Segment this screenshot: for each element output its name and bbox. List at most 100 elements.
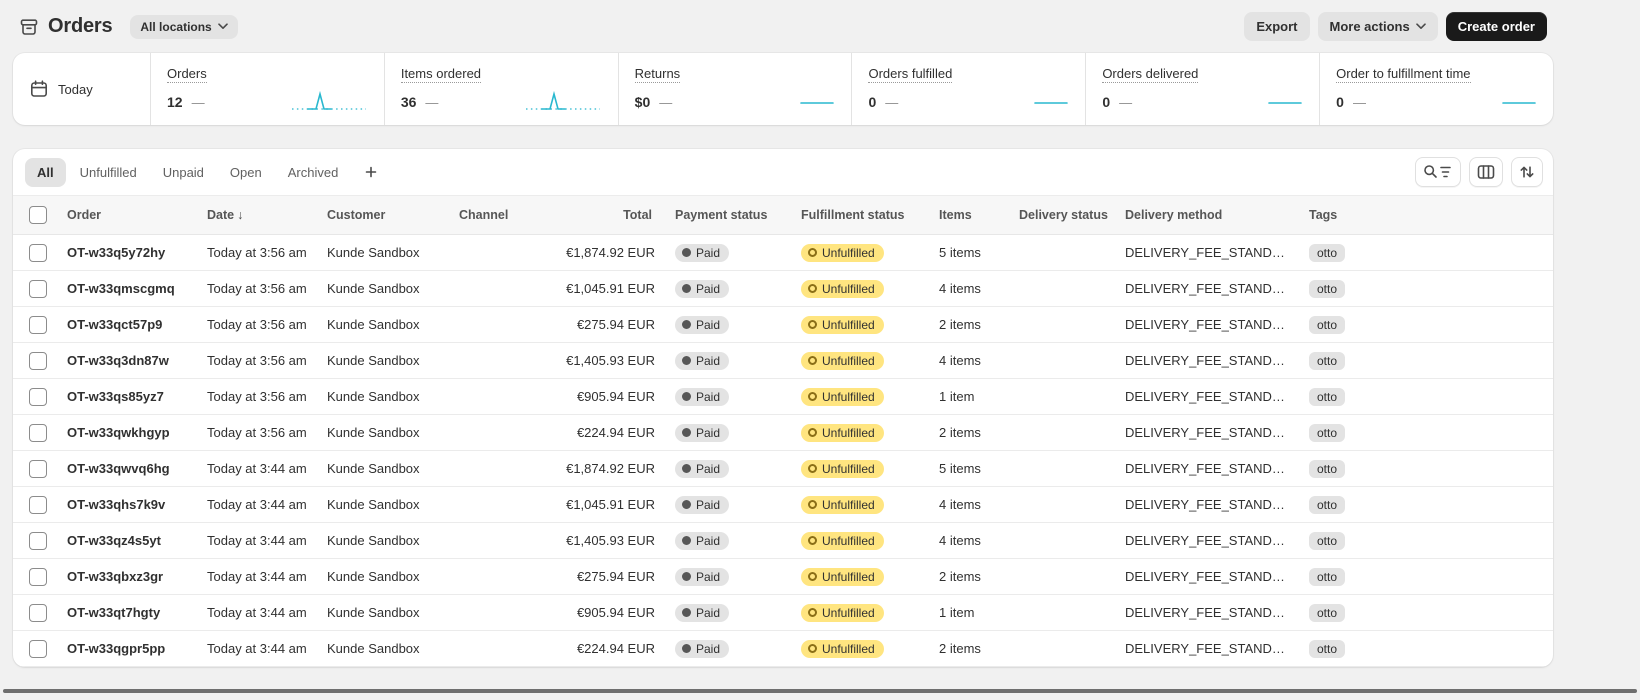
cell-customer: Kunde Sandbox bbox=[317, 486, 449, 523]
column-header[interactable]: Total bbox=[537, 195, 665, 235]
row-checkbox[interactable] bbox=[29, 423, 47, 442]
export-button[interactable]: Export bbox=[1244, 12, 1310, 41]
fulfillment-status-badge: Unfulfilled bbox=[801, 567, 884, 586]
payment-status-label: Paid bbox=[696, 533, 721, 548]
view-tab[interactable]: Unpaid bbox=[151, 158, 216, 187]
row-checkbox[interactable] bbox=[29, 567, 47, 586]
row-checkbox[interactable] bbox=[29, 495, 47, 514]
column-header[interactable]: Items bbox=[929, 195, 1009, 235]
metric-cell[interactable]: Order to fulfillment time 0 — bbox=[1320, 53, 1553, 125]
order-row[interactable]: OT-w33qz4s5yt Today at 3:44 am Kunde San… bbox=[13, 522, 1553, 559]
metric-label: Orders fulfilled bbox=[868, 66, 953, 83]
cell-delivery-status bbox=[1009, 342, 1115, 379]
order-link[interactable]: OT-w33qwkhgyp bbox=[67, 425, 170, 440]
metric-cell[interactable]: Orders delivered 0 — bbox=[1086, 53, 1321, 125]
fulfillment-status-badge: Unfulfilled bbox=[801, 639, 884, 658]
cell-tags: otto bbox=[1299, 378, 1553, 415]
cell-order: OT-w33q3dn87w bbox=[57, 342, 197, 379]
order-link[interactable]: OT-w33qwvq6hg bbox=[67, 461, 170, 476]
column-header[interactable]: Delivery status bbox=[1009, 195, 1115, 235]
cell-fulfillment-status: Unfulfilled bbox=[791, 234, 929, 271]
row-checkbox[interactable] bbox=[29, 243, 47, 262]
cell-payment-status: Paid bbox=[665, 630, 791, 667]
order-row[interactable]: OT-w33q3dn87w Today at 3:56 am Kunde San… bbox=[13, 342, 1553, 379]
column-header[interactable]: Payment status bbox=[665, 195, 791, 235]
order-link[interactable]: OT-w33qhs7k9v bbox=[67, 497, 165, 512]
date-range-picker[interactable]: Today bbox=[13, 53, 151, 125]
column-header-label: Delivery method bbox=[1125, 208, 1223, 222]
order-link[interactable]: OT-w33qbxz3gr bbox=[67, 569, 163, 584]
add-view-button[interactable] bbox=[356, 157, 386, 187]
create-order-button[interactable]: Create order bbox=[1445, 12, 1547, 41]
cell-customer: Kunde Sandbox bbox=[317, 594, 449, 631]
order-row[interactable]: OT-w33qct57p9 Today at 3:56 am Kunde San… bbox=[13, 306, 1553, 343]
view-tab[interactable]: Open bbox=[218, 158, 274, 187]
row-checkbox[interactable] bbox=[29, 531, 47, 550]
cell-customer: Kunde Sandbox bbox=[317, 270, 449, 307]
column-header-label: Order bbox=[67, 208, 102, 222]
cell-delivery-method: DELIVERY_FEE_STANDARD bbox=[1115, 414, 1299, 451]
order-row[interactable]: OT-w33qs85yz7 Today at 3:56 am Kunde San… bbox=[13, 378, 1553, 415]
order-row[interactable]: OT-w33qwvq6hg Today at 3:44 am Kunde San… bbox=[13, 450, 1553, 487]
order-row[interactable]: OT-w33qhs7k9v Today at 3:44 am Kunde San… bbox=[13, 486, 1553, 523]
row-checkbox[interactable] bbox=[29, 279, 47, 298]
order-row[interactable]: OT-w33q5y72hy Today at 3:56 am Kunde San… bbox=[13, 234, 1553, 271]
order-row[interactable]: OT-w33qbxz3gr Today at 3:44 am Kunde San… bbox=[13, 558, 1553, 595]
metric-cell[interactable]: Returns $0 — bbox=[619, 53, 853, 125]
metric-cell[interactable]: Orders 12 — bbox=[151, 53, 385, 125]
select-all-checkbox[interactable] bbox=[29, 206, 47, 224]
metric-cell[interactable]: Items ordered 36 — bbox=[385, 53, 619, 125]
unfulfilled-ring-icon bbox=[808, 536, 817, 545]
column-header-label: Items bbox=[939, 208, 972, 222]
column-header[interactable]: Order bbox=[57, 195, 197, 235]
page-actions: Export More actions Create order bbox=[1244, 12, 1547, 41]
payment-status-badge: Paid bbox=[675, 315, 730, 334]
horizontal-scrollbar[interactable] bbox=[3, 689, 1637, 693]
column-header-label: Payment status bbox=[675, 208, 768, 222]
sort-button[interactable] bbox=[1511, 157, 1543, 187]
sparkline-chart bbox=[525, 90, 600, 110]
more-actions-button[interactable]: More actions bbox=[1317, 12, 1438, 41]
fulfillment-status-label: Unfulfilled bbox=[822, 389, 875, 404]
order-link[interactable]: OT-w33qmscgmq bbox=[67, 281, 175, 296]
order-row[interactable]: OT-w33qwkhgyp Today at 3:56 am Kunde San… bbox=[13, 414, 1553, 451]
column-header[interactable]: Channel bbox=[449, 195, 537, 235]
column-header[interactable]: Customer bbox=[317, 195, 449, 235]
column-header[interactable]: Date ↓ bbox=[197, 195, 317, 235]
order-row[interactable]: OT-w33qmscgmq Today at 3:56 am Kunde San… bbox=[13, 270, 1553, 307]
view-tab[interactable]: Archived bbox=[276, 158, 351, 187]
column-header[interactable]: Delivery method bbox=[1115, 195, 1299, 235]
view-tab[interactable]: Unfulfilled bbox=[68, 158, 149, 187]
column-header[interactable]: Fulfillment status bbox=[791, 195, 929, 235]
view-tab[interactable]: All bbox=[25, 157, 66, 187]
metric-value-row: 36 — bbox=[401, 90, 602, 114]
row-checkbox[interactable] bbox=[29, 387, 47, 406]
order-link[interactable]: OT-w33qgpr5pp bbox=[67, 641, 165, 656]
tag-badge: otto bbox=[1309, 604, 1346, 622]
row-checkbox[interactable] bbox=[29, 351, 47, 370]
column-header[interactable]: Tags bbox=[1299, 195, 1553, 235]
select-all-header bbox=[13, 195, 57, 235]
metric-change: — bbox=[1352, 94, 1366, 110]
row-checkbox[interactable] bbox=[29, 639, 47, 658]
cell-total: €1,405.93 EUR bbox=[537, 522, 665, 559]
order-link[interactable]: OT-w33q5y72hy bbox=[67, 245, 165, 260]
row-checkbox[interactable] bbox=[29, 459, 47, 478]
order-row[interactable]: OT-w33qgpr5pp Today at 3:44 am Kunde San… bbox=[13, 630, 1553, 667]
order-link[interactable]: OT-w33qz4s5yt bbox=[67, 533, 161, 548]
search-filter-button[interactable] bbox=[1415, 157, 1461, 187]
columns-button[interactable] bbox=[1469, 157, 1503, 187]
order-row[interactable]: OT-w33qt7hgty Today at 3:44 am Kunde San… bbox=[13, 594, 1553, 631]
location-filter-button[interactable]: All locations bbox=[130, 14, 238, 39]
row-checkbox[interactable] bbox=[29, 603, 47, 622]
cell-date: Today at 3:56 am bbox=[197, 342, 317, 379]
metric-cell[interactable]: Orders fulfilled 0 — bbox=[852, 53, 1087, 125]
sort-direction-icon: ↓ bbox=[237, 208, 244, 222]
order-link[interactable]: OT-w33q3dn87w bbox=[67, 353, 169, 368]
order-link[interactable]: OT-w33qct57p9 bbox=[67, 317, 162, 332]
cell-total: €1,874.92 EUR bbox=[537, 450, 665, 487]
cell-delivery-status bbox=[1009, 486, 1115, 523]
order-link[interactable]: OT-w33qs85yz7 bbox=[67, 389, 164, 404]
row-checkbox[interactable] bbox=[29, 315, 47, 334]
order-link[interactable]: OT-w33qt7hgty bbox=[67, 605, 160, 620]
